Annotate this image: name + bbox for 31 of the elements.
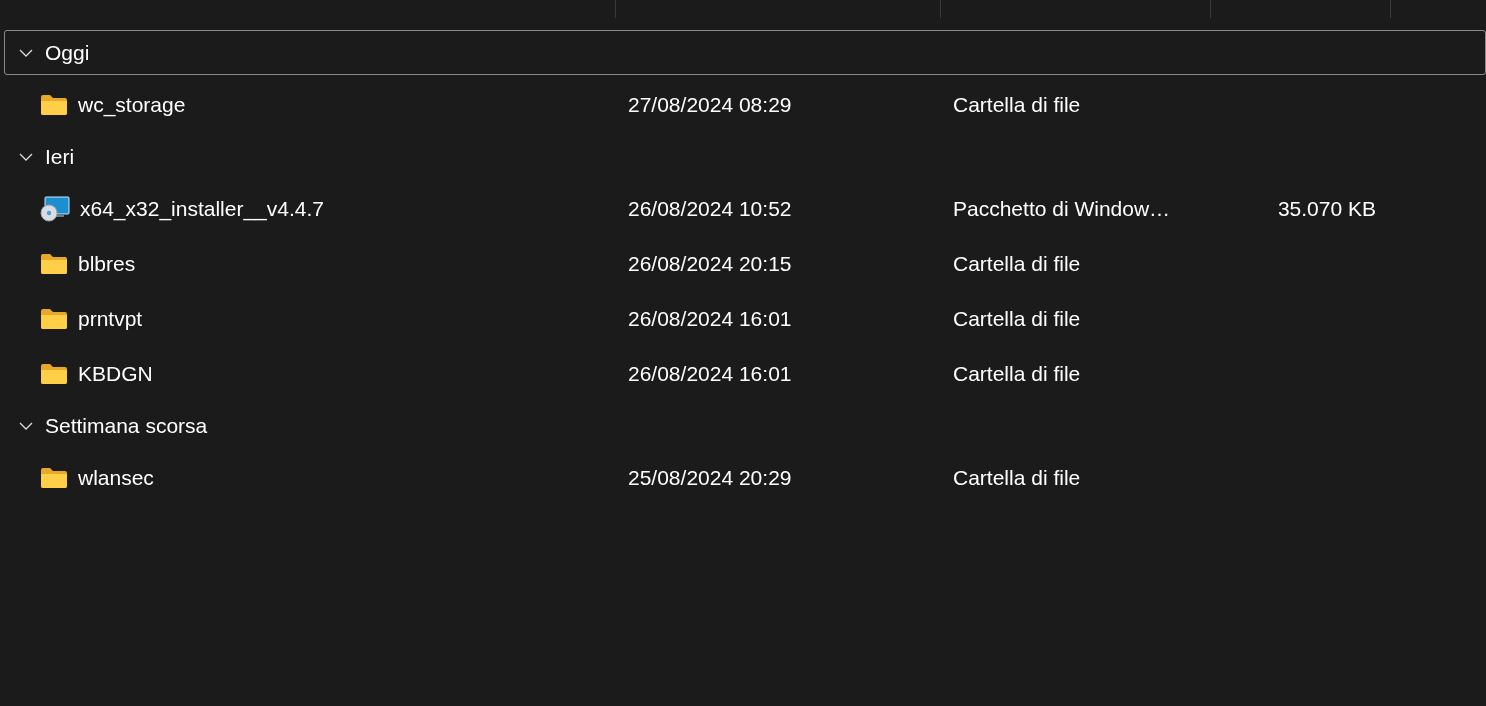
file-name[interactable]: prntvpt — [78, 306, 143, 331]
chevron-icon — [19, 152, 33, 161]
folder-icon — [40, 362, 68, 385]
file-type: Pacchetto di Window… — [953, 196, 1171, 220]
file-type: Cartella di file — [953, 92, 1081, 116]
installer-icon — [40, 195, 70, 222]
group-header[interactable]: Oggi — [4, 30, 1486, 75]
folder-icon — [40, 466, 68, 489]
date-modified: 26/08/2024 10:52 — [628, 196, 792, 220]
file-name[interactable]: wc_storage — [78, 92, 186, 117]
group-header[interactable]: Settimana scorsa — [4, 403, 1486, 448]
file-name[interactable]: wlansec — [78, 465, 154, 490]
file-name[interactable]: blbres — [78, 251, 136, 276]
file-type: Cartella di file — [953, 306, 1081, 330]
file-type: Cartella di file — [953, 465, 1081, 489]
date-modified: 26/08/2024 16:01 — [628, 361, 792, 385]
file-size: 35.070 KB — [1277, 196, 1376, 220]
date-modified: 26/08/2024 20:15 — [628, 251, 792, 275]
folder-icon — [40, 252, 68, 275]
date-modified: 26/08/2024 16:01 — [628, 306, 792, 330]
chevron-icon — [19, 421, 33, 430]
folder-icon — [40, 307, 68, 330]
date-modified: 25/08/2024 20:29 — [628, 465, 792, 489]
chevron-icon — [19, 48, 33, 57]
file-type: Cartella di file — [953, 251, 1081, 275]
folder-icon — [40, 93, 68, 116]
file-name[interactable]: x64_x32_installer__v4.4.7 — [80, 196, 324, 221]
group-header[interactable]: Ieri — [4, 134, 1486, 179]
file-type: Cartella di file — [953, 361, 1081, 385]
file-name[interactable]: KBDGN — [78, 361, 153, 386]
date-modified: 27/08/2024 08:29 — [628, 92, 792, 116]
